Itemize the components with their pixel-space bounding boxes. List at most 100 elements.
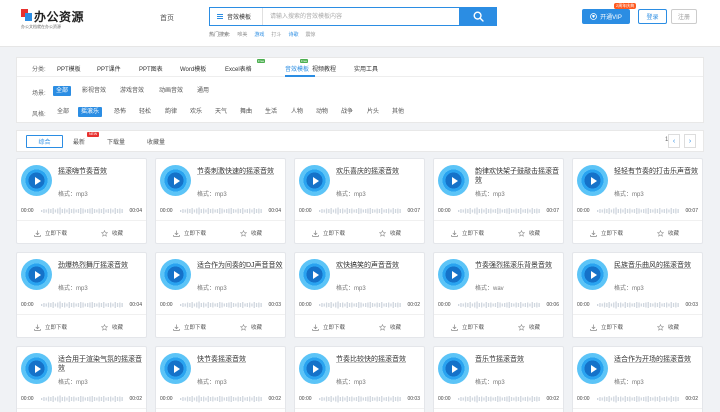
style-other[interactable]: 其他 <box>389 107 407 117</box>
login-button[interactable]: 登录 <box>638 9 667 24</box>
category-tools[interactable]: 实用工具 <box>354 64 378 73</box>
play-button[interactable] <box>160 353 191 384</box>
sort-downloads[interactable]: 下载量 <box>107 137 125 146</box>
sound-card[interactable]: 摇滚嗨节奏音效 格式：mp3 00:00 00:04 立即下载 收藏 <box>16 158 147 244</box>
style-rock[interactable]: 摇滚乐 <box>78 107 103 117</box>
play-button[interactable] <box>577 353 608 384</box>
play-button[interactable] <box>160 259 191 290</box>
style-people[interactable]: 人物 <box>288 107 306 117</box>
card-title[interactable]: 节奏刺激快速的摇滚音效 <box>197 167 283 176</box>
waveform[interactable] <box>597 301 679 309</box>
play-button[interactable] <box>160 165 191 196</box>
waveform[interactable] <box>597 207 679 215</box>
download-button[interactable]: 立即下载 <box>312 323 345 331</box>
scene-game[interactable]: 游戏音效 <box>117 86 147 96</box>
scene-all[interactable]: 全部 <box>53 86 72 96</box>
sound-card[interactable]: 民族音乐曲风的摇滚音效 格式：mp3 00:00 00:03 立即下载 收藏 <box>572 252 703 338</box>
card-title[interactable]: 适合作为开场的摇滚音效 <box>614 355 700 364</box>
waveform[interactable] <box>458 207 540 215</box>
sort-latest[interactable]: 最新 <box>73 137 85 146</box>
style-relaxed[interactable]: 轻松 <box>136 107 154 117</box>
sound-card[interactable]: 音乐节摇滚音效格式：mp300:0000:02立即下载收藏 <box>433 346 564 412</box>
play-button[interactable] <box>577 259 608 290</box>
play-button[interactable] <box>438 165 469 196</box>
hot-term-2[interactable]: 游戏 <box>254 31 264 38</box>
card-title[interactable]: 摇滚嗨节奏音效 <box>58 167 144 176</box>
style-horror[interactable]: 恐怖 <box>111 107 129 117</box>
scene-animation[interactable]: 动画音效 <box>156 86 186 96</box>
waveform[interactable] <box>180 301 262 309</box>
card-title[interactable]: 欢乐喜庆的摇滚音效 <box>336 167 422 176</box>
play-button[interactable] <box>438 353 469 384</box>
sound-card[interactable]: 适合作为开场的摇滚音效格式：mp300:0000:02立即下载收藏 <box>572 346 703 412</box>
sound-card[interactable]: 节奏比较快的摇滚音效格式：mp300:0000:03立即下载收藏 <box>294 346 425 412</box>
category-ppt-courseware[interactable]: PPT课件 <box>97 64 121 73</box>
waveform[interactable] <box>180 207 262 215</box>
style-rhythm[interactable]: 韵律 <box>162 107 180 117</box>
play-button[interactable] <box>21 259 52 290</box>
favorite-button[interactable]: 收藏 <box>240 229 262 237</box>
style-war[interactable]: 战争 <box>338 107 356 117</box>
card-title[interactable]: 韵律欢快架子鼓敲击摇滚音效 <box>475 167 561 185</box>
waveform[interactable] <box>41 301 123 309</box>
card-title[interactable]: 快节奏摇滚音效 <box>197 355 283 364</box>
waveform[interactable] <box>597 395 679 403</box>
hot-term-4[interactable]: 诗歌 <box>288 31 298 38</box>
style-joyful[interactable]: 欢乐 <box>187 107 205 117</box>
favorite-button[interactable]: 收藏 <box>657 323 679 331</box>
waveform[interactable] <box>458 395 540 403</box>
sound-card[interactable]: 节奏刺激快速的摇滚音效 格式：mp3 00:00 00:04 立即下载 收藏 <box>155 158 286 244</box>
next-page-button[interactable]: › <box>684 134 696 148</box>
sound-card[interactable]: 欢乐喜庆的摇滚音效 格式：mp3 00:00 00:07 立即下载 收藏 <box>294 158 425 244</box>
search-input[interactable] <box>270 8 460 25</box>
download-button[interactable]: 立即下载 <box>173 229 206 237</box>
category-excel[interactable]: Excel表格 <box>225 64 252 73</box>
sort-comprehensive[interactable]: 综合 <box>26 135 63 148</box>
download-button[interactable]: 立即下载 <box>590 323 623 331</box>
download-button[interactable]: 立即下载 <box>451 229 484 237</box>
card-title[interactable]: 适合作为间奏的DJ声音音效 <box>197 261 283 270</box>
sound-card[interactable]: 欢快搞笑的声音音效 格式：mp3 00:00 00:02 立即下载 收藏 <box>294 252 425 338</box>
sound-card[interactable]: 节奏强烈摇滚乐背景音效 格式：wav 00:00 00:06 立即下载 收藏 <box>433 252 564 338</box>
sound-card[interactable]: 快节奏摇滚音效格式：mp300:0000:02立即下载收藏 <box>155 346 286 412</box>
category-word-template[interactable]: Word模板 <box>180 64 206 73</box>
play-button[interactable] <box>438 259 469 290</box>
sound-card[interactable]: 适合用于渲染气氛的摇滚音效格式：mp300:0000:02立即下载收藏 <box>16 346 147 412</box>
play-button[interactable] <box>577 165 608 196</box>
favorite-button[interactable]: 收藏 <box>101 229 123 237</box>
category-ppt-template[interactable]: PPT模板 <box>57 64 81 73</box>
scene-film[interactable]: 影视音效 <box>79 86 109 96</box>
style-dance[interactable]: 舞曲 <box>237 107 255 117</box>
sound-card[interactable]: 劲爆热烈舞厅摇滚音效 格式：mp3 00:00 00:04 立即下载 收藏 <box>16 252 147 338</box>
favorite-button[interactable]: 收藏 <box>657 229 679 237</box>
category-sound-template[interactable]: 音效模板 <box>285 64 309 73</box>
waveform[interactable] <box>319 395 401 403</box>
download-button[interactable]: 立即下载 <box>590 229 623 237</box>
category-ppt-chart[interactable]: PPT图表 <box>139 64 163 73</box>
download-button[interactable]: 立即下载 <box>34 229 67 237</box>
waveform[interactable] <box>319 301 401 309</box>
hot-term-1[interactable]: 唯美 <box>237 31 247 38</box>
style-intro[interactable]: 片头 <box>364 107 382 117</box>
waveform[interactable] <box>41 207 123 215</box>
card-title[interactable]: 节奏强烈摇滚乐背景音效 <box>475 261 561 270</box>
card-title[interactable]: 音乐节摇滚音效 <box>475 355 561 364</box>
hot-term-3[interactable]: 打斗 <box>271 31 281 38</box>
prev-page-button[interactable]: ‹ <box>668 134 680 148</box>
vip-button[interactable]: 开通VIP <box>582 9 630 24</box>
play-button[interactable] <box>299 353 330 384</box>
scene-general[interactable]: 通用 <box>194 86 212 96</box>
favorite-button[interactable]: 收藏 <box>379 323 401 331</box>
waveform[interactable] <box>319 207 401 215</box>
waveform[interactable] <box>458 301 540 309</box>
play-button[interactable] <box>21 353 52 384</box>
style-life[interactable]: 生活 <box>262 107 280 117</box>
download-button[interactable]: 立即下载 <box>34 323 67 331</box>
sound-card[interactable]: 韵律欢快架子鼓敲击摇滚音效 格式：mp3 00:00 00:07 立即下载 收藏 <box>433 158 564 244</box>
sound-card[interactable]: 轻轻有节奏的打击乐声音效 格式：mp3 00:00 00:07 立即下载 收藏 <box>572 158 703 244</box>
download-button[interactable]: 立即下载 <box>312 229 345 237</box>
style-weather[interactable]: 天气 <box>212 107 230 117</box>
favorite-button[interactable]: 收藏 <box>518 229 540 237</box>
style-all[interactable]: 全部 <box>54 107 72 117</box>
favorite-button[interactable]: 收藏 <box>518 323 540 331</box>
